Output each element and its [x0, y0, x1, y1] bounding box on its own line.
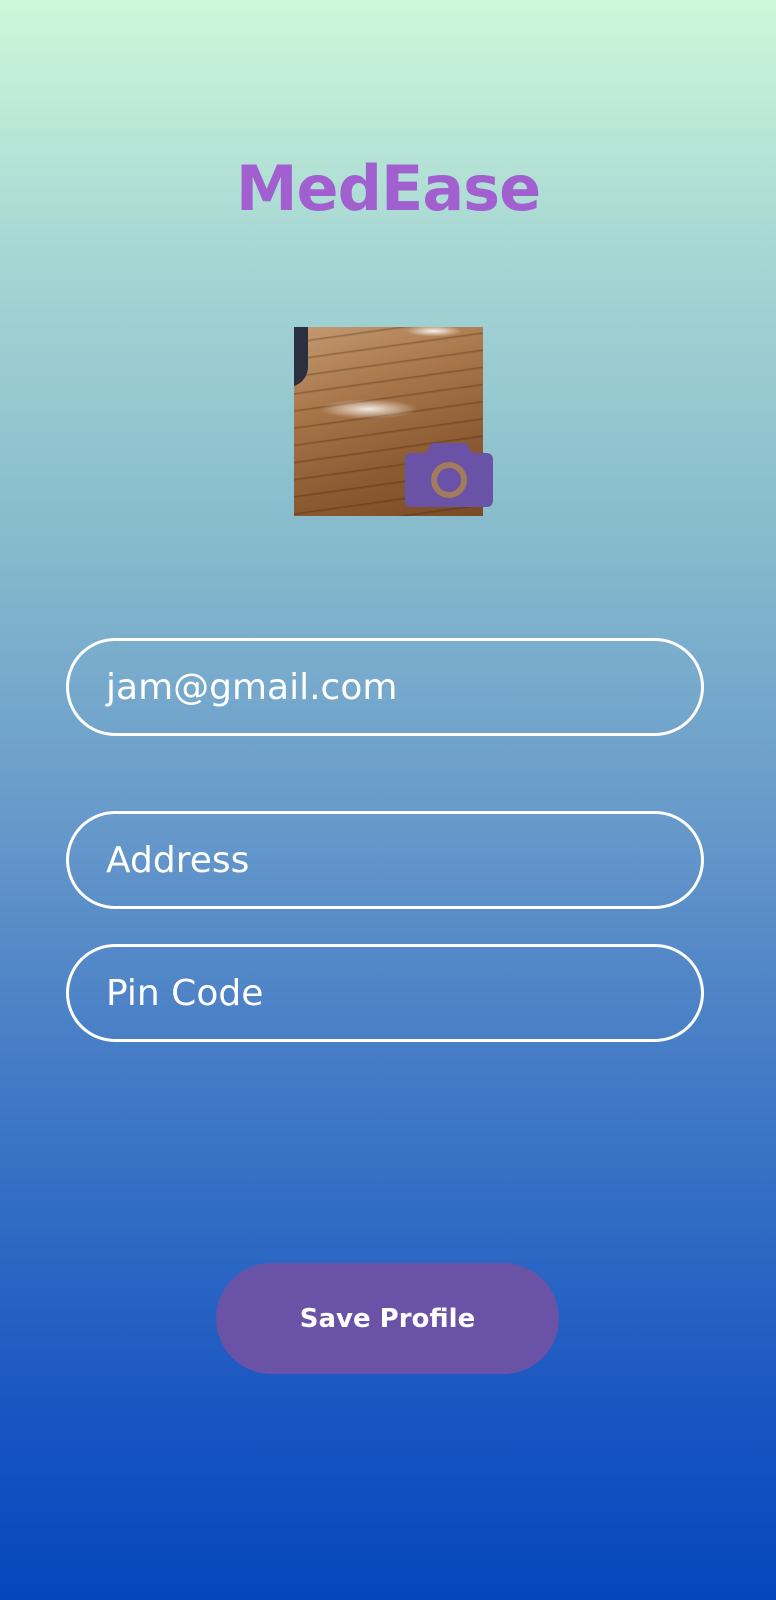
email-field[interactable]: jam@gmail.com [66, 638, 704, 736]
change-photo-button[interactable] [404, 439, 494, 509]
camera-icon [405, 443, 493, 507]
save-profile-button[interactable]: Save Profile [216, 1263, 559, 1374]
pin-code-field[interactable]: Pin Code [66, 944, 704, 1042]
avatar-photo-detail [294, 327, 308, 387]
profile-photo-area [294, 327, 494, 517]
app-title: MedEase [235, 152, 541, 225]
address-field[interactable]: Address [66, 811, 704, 909]
